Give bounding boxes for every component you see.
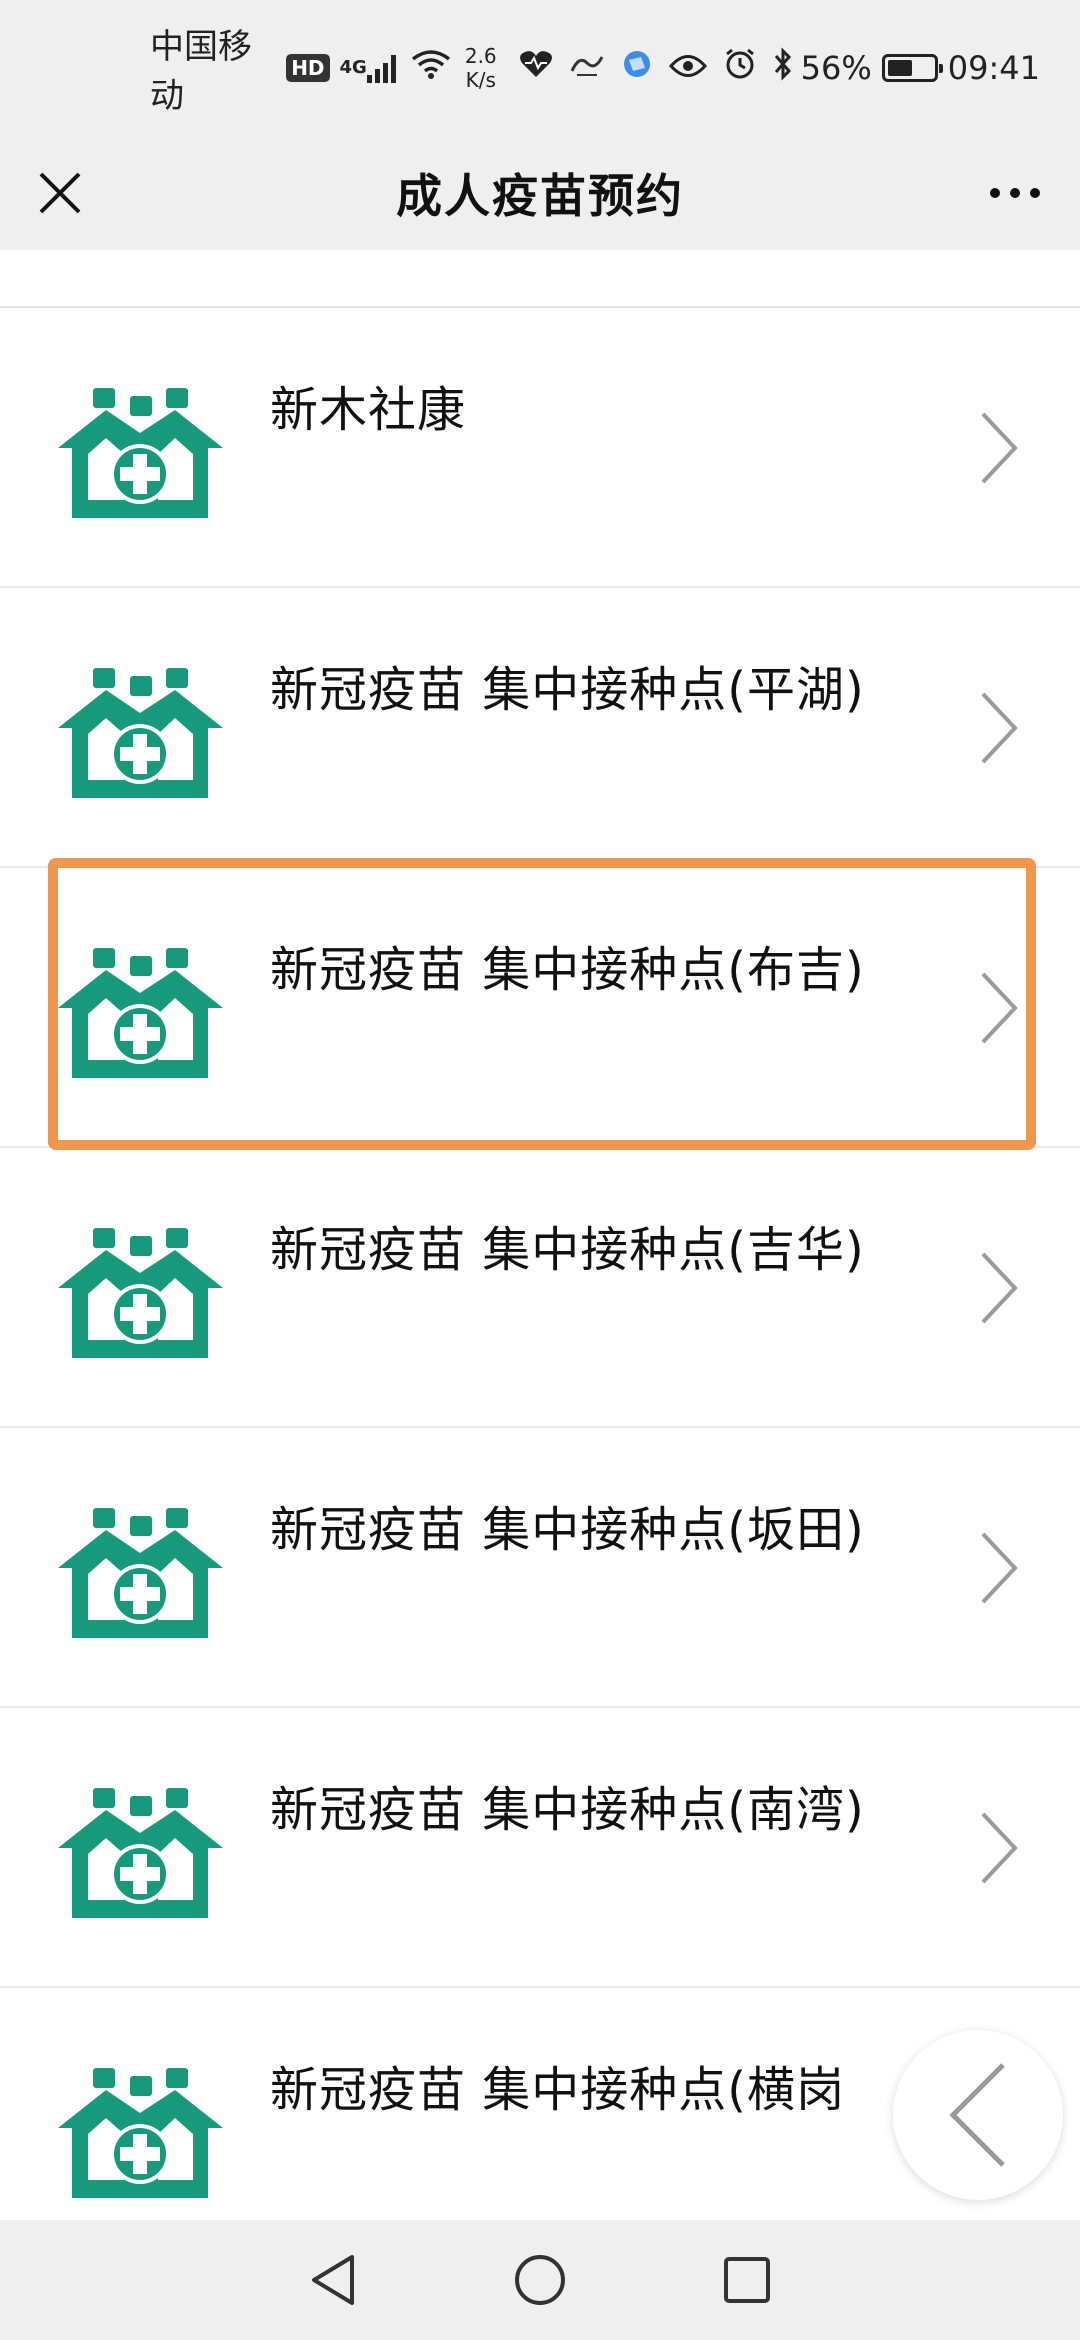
health-center-logo-icon bbox=[58, 668, 223, 798]
square-recents-icon bbox=[723, 2257, 770, 2303]
site-name: 新冠疫苗 集中接种点(坂田) bbox=[270, 1502, 865, 1558]
health-center-logo-icon bbox=[58, 1508, 223, 1638]
battery-percent: 56% bbox=[800, 48, 872, 87]
health-center-logo-icon bbox=[58, 948, 223, 1078]
title-bar: 成人疫苗预约 bbox=[0, 135, 1080, 250]
circle-home-icon bbox=[514, 2255, 565, 2305]
chevron-right-icon bbox=[981, 1252, 1018, 1324]
site-name: 新冠疫苗 集中接种点(布吉) bbox=[270, 942, 865, 998]
heart-rate-icon bbox=[519, 49, 553, 87]
list-item[interactable]: 新木社康 bbox=[0, 308, 1080, 588]
more-dot-icon bbox=[1010, 188, 1020, 198]
health-center-logo-icon bbox=[58, 1228, 223, 1358]
list-item[interactable]: 新冠疫苗 集中接种点(吉华) bbox=[0, 1148, 1080, 1428]
list-item[interactable]: 新冠疫苗 集中接种点(坂田) bbox=[0, 1428, 1080, 1708]
carrier-name: 中国移动 bbox=[150, 26, 252, 116]
list-item[interactable]: 新冠疫苗 集中接种点(平湖) bbox=[0, 588, 1080, 868]
clock-time: 09:41 bbox=[947, 48, 1040, 87]
status-right-group: 56% 09:41 bbox=[661, 46, 1040, 89]
chevron-right-icon bbox=[981, 1532, 1018, 1604]
chevron-left-icon bbox=[949, 2063, 1005, 2167]
close-button[interactable] bbox=[30, 163, 90, 223]
app-notification-icon bbox=[569, 49, 605, 87]
site-name: 新冠疫苗 集中接种点(吉华) bbox=[270, 1222, 865, 1278]
more-options-button[interactable] bbox=[980, 163, 1050, 223]
bluetooth-icon bbox=[773, 46, 793, 89]
list-item[interactable]: 新冠疫苗 集中接种点(南湾) bbox=[0, 1708, 1080, 1988]
signal-icon bbox=[366, 53, 399, 83]
chevron-right-icon bbox=[981, 692, 1018, 764]
vaccination-site-list[interactable]: 新木社康 新冠疫苗 集中接种点(平湖) 新冠疫苗 集中接种点(布吉) 新冠疫苗 … bbox=[0, 250, 1080, 2220]
battery-icon bbox=[881, 53, 943, 82]
close-icon bbox=[39, 172, 81, 214]
network-type: 4G bbox=[339, 57, 367, 78]
health-center-logo-icon bbox=[58, 2068, 223, 2198]
site-name: 新冠疫苗 集中接种点(南湾) bbox=[270, 1782, 865, 1838]
eye-comfort-icon bbox=[668, 49, 707, 87]
site-name: 新木社康 bbox=[270, 382, 467, 438]
nav-home-button[interactable] bbox=[510, 2250, 570, 2310]
alarm-icon bbox=[723, 47, 757, 89]
triangle-back-icon bbox=[312, 2255, 355, 2305]
network-speed: 2.6 K/s bbox=[464, 43, 497, 92]
browser-notification-icon bbox=[621, 48, 653, 88]
more-dot-icon bbox=[990, 188, 1000, 198]
health-center-logo-icon bbox=[58, 388, 223, 518]
site-name: 新冠疫苗 集中接种点(平湖) bbox=[270, 662, 865, 718]
chevron-right-icon bbox=[981, 972, 1018, 1044]
page-title: 成人疫苗预约 bbox=[396, 168, 684, 223]
site-name: 新冠疫苗 集中接种点(横岗 bbox=[270, 2062, 845, 2118]
nav-back-button[interactable] bbox=[303, 2250, 363, 2310]
chevron-right-icon bbox=[981, 412, 1018, 484]
more-dot-icon bbox=[1030, 188, 1040, 198]
status-bar: 中国移动 HD 4G 2.6 K/s 56% 09:41 bbox=[0, 0, 1080, 135]
list-item[interactable]: 新冠疫苗 集中接种点(布吉) bbox=[0, 868, 1080, 1148]
chevron-right-icon bbox=[981, 1812, 1018, 1884]
hd-badge: HD bbox=[286, 53, 330, 82]
list-top-gap bbox=[0, 250, 1080, 308]
floating-back-button[interactable] bbox=[893, 2030, 1063, 2200]
system-nav-bar bbox=[0, 2220, 1080, 2340]
health-center-logo-icon bbox=[58, 1788, 223, 1918]
wifi-icon bbox=[411, 49, 451, 87]
nav-recents-button[interactable] bbox=[717, 2250, 777, 2310]
